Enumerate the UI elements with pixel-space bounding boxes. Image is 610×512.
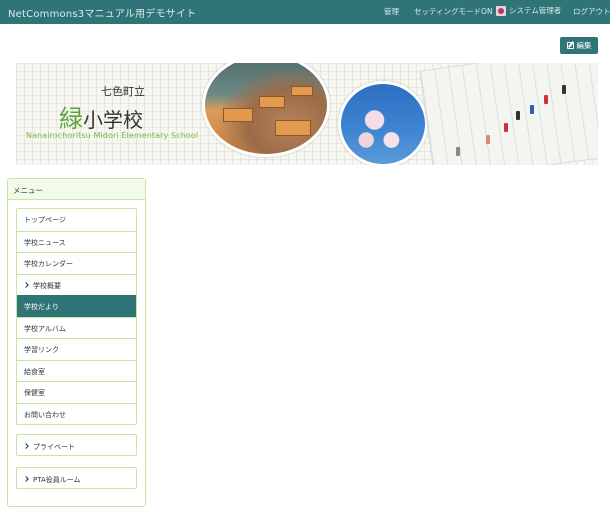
banner-town-name: 七色町立 [101, 85, 145, 98]
banner-english-name: Nanairochoritsu Midori Elementary School [26, 131, 199, 140]
menu-item-top-page[interactable]: トップページ [17, 209, 136, 231]
edit-button-label: 編集 [576, 41, 592, 50]
menu-item-contact[interactable]: お問い合わせ [17, 402, 136, 425]
menu-item-school-news[interactable]: 学校ニュース [17, 230, 136, 253]
user-name-label: システム管理者 [509, 6, 562, 15]
menu-item-school-album[interactable]: 学校アルバム [17, 316, 136, 339]
logout-link[interactable]: ログアウト [573, 6, 610, 17]
notebook-photo [419, 63, 598, 165]
chevron-right-icon [23, 281, 29, 288]
top-navbar: NetCommons3マニュアル用デモサイト 管理 セッティングモードON シス… [0, 0, 610, 24]
menu-panel: メニュー トップページ 学校ニュース 学校カレンダー 学校概要 学校だより 学校… [7, 178, 146, 507]
banner-school-accent: 緑 [59, 105, 83, 133]
menu-item-label: 学校概要 [33, 281, 61, 290]
menu-item-label: プライベート [33, 443, 75, 451]
chevron-right-icon [23, 476, 29, 482]
site-brand-link[interactable]: NetCommons3マニュアル用デモサイト [8, 5, 196, 20]
menu-heading: メニュー [8, 179, 145, 200]
menu-item-learning-links[interactable]: 学習リンク [17, 338, 136, 360]
menu-item-school-overview[interactable]: 学校概要 [17, 273, 136, 296]
menu-item-lunch-room[interactable]: 給食室 [17, 359, 136, 382]
classroom-photo [202, 63, 330, 157]
menu-item-pta-room[interactable]: PTA役員ルーム [16, 467, 137, 489]
admin-link[interactable]: 管理 [384, 6, 399, 17]
menu-item-health-room[interactable]: 保健室 [17, 381, 136, 403]
edit-button[interactable]: 編集 [560, 37, 598, 54]
menu-item-school-calendar[interactable]: 学校カレンダー [17, 252, 136, 274]
menu-item-school-letter[interactable]: 学校だより [17, 295, 136, 317]
banner-school-rest: 小学校 [83, 108, 143, 132]
menu-list: トップページ 学校ニュース 学校カレンダー 学校概要 学校だより 学校アルバム … [16, 208, 137, 425]
header-banner: 七色町立 緑小学校 Nanairochoritsu Midori Element… [16, 63, 598, 165]
setting-mode-link[interactable]: セッティングモードON [414, 6, 493, 17]
edit-icon [566, 42, 574, 49]
user-menu[interactable]: システム管理者 [496, 5, 561, 16]
chevron-right-icon [23, 443, 29, 449]
cherry-blossom-photo [338, 81, 428, 165]
menu-item-private[interactable]: プライベート [16, 434, 137, 456]
menu-item-label: PTA役員ルーム [33, 476, 81, 484]
user-avatar-icon [496, 5, 506, 16]
banner-school-name: 緑小学校 [59, 99, 143, 134]
